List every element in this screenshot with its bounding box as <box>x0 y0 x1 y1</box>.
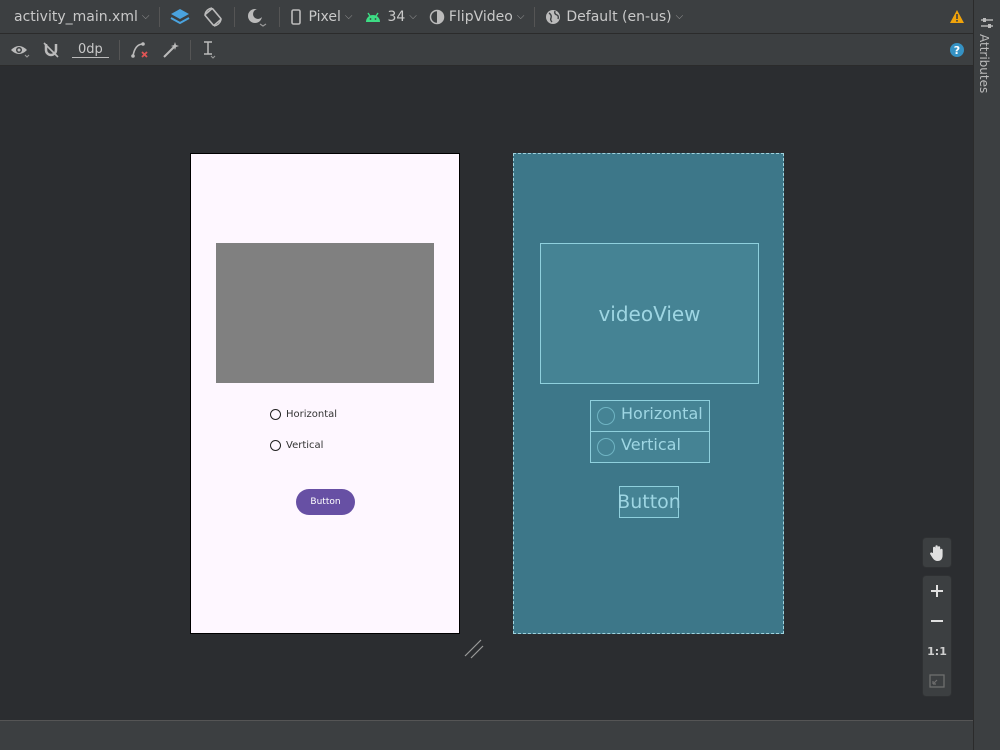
radio-vertical[interactable]: Vertical <box>270 440 323 451</box>
blueprint-radio-circle <box>597 438 615 456</box>
zoom-to-fit-button[interactable] <box>923 666 951 696</box>
file-dropdown[interactable]: activity_main.xml ⌵ <box>0 0 155 33</box>
blueprint-radio-vertical-label: Vertical <box>621 435 681 454</box>
guidelines-button[interactable] <box>195 34 223 65</box>
blueprint-button[interactable]: Button <box>617 486 681 518</box>
eye-icon <box>11 45 30 58</box>
globe-icon <box>546 9 561 24</box>
layers-button[interactable] <box>164 0 196 33</box>
separator <box>279 6 281 27</box>
layers-icon <box>170 8 190 24</box>
file-name: activity_main.xml <box>14 8 138 25</box>
chevron-down-icon: ⌵ <box>409 11 417 22</box>
chevron-down-icon: ⌵ <box>675 11 684 22</box>
warning-button[interactable] <box>943 0 973 33</box>
blueprint-button-label: Button <box>617 491 681 513</box>
help-button[interactable]: ? <box>943 34 973 65</box>
device-dropdown[interactable]: Pixel ⌵ <box>284 0 358 33</box>
infer-constraints-icon <box>163 41 179 58</box>
device-label: Pixel <box>308 8 341 25</box>
hand-icon <box>930 544 943 561</box>
plus-icon <box>931 585 943 597</box>
zoom-one-to-one-button[interactable]: 1:1 <box>923 636 951 666</box>
video-view[interactable] <box>216 243 434 383</box>
design-canvas[interactable]: Horizontal Vertical Button videoView Hor… <box>0 67 973 720</box>
night-mode-button[interactable] <box>239 0 275 33</box>
chevron-down-icon: ⌵ <box>344 11 353 22</box>
default-margin-value: 0dp <box>72 42 109 58</box>
warning-icon <box>950 10 964 23</box>
blueprint-radio-horizontal-label: Horizontal <box>621 404 703 423</box>
top-toolbar: activity_main.xml ⌵ Pixel ⌵ 34 ⌵ FlipVid… <box>0 0 973 34</box>
rotate-icon <box>204 6 223 27</box>
blueprint-radio-circle <box>597 407 615 425</box>
chevron-down-icon: ⌵ <box>141 11 150 22</box>
locale-label: Default (en-us) <box>566 8 672 25</box>
zoom-in-button[interactable] <box>923 576 951 606</box>
separator <box>159 6 161 27</box>
blueprint-video-view[interactable]: videoView <box>540 243 759 384</box>
theme-label: FlipVideo <box>448 8 513 25</box>
svg-text:?: ? <box>954 44 960 57</box>
help-icon: ? <box>950 42 964 57</box>
device-icon <box>291 8 302 25</box>
theme-icon <box>429 9 445 24</box>
minus-icon <box>931 620 943 622</box>
radio-horizontal[interactable]: Horizontal <box>270 409 337 420</box>
clear-constraints-button[interactable] <box>124 34 156 65</box>
api-level-label: 34 <box>387 8 406 25</box>
pan-button[interactable] <box>923 538 951 567</box>
theme-dropdown[interactable]: FlipVideo ⌵ <box>423 0 531 33</box>
view-options-button[interactable] <box>0 34 36 65</box>
night-mode-icon <box>248 8 267 27</box>
material-button[interactable]: Button <box>296 489 355 515</box>
radio-circle <box>270 409 281 420</box>
clear-constraints-icon <box>130 41 148 58</box>
zoom-to-fit-icon <box>929 674 945 688</box>
attributes-settings-icon[interactable] <box>980 16 994 30</box>
attributes-tab[interactable]: Attributes <box>977 34 991 93</box>
orientation-button[interactable] <box>196 0 230 33</box>
api-dropdown[interactable]: 34 ⌵ <box>358 0 422 33</box>
android-icon <box>366 12 381 22</box>
magnet-off-icon <box>43 41 59 58</box>
separator <box>118 39 120 60</box>
design-surface[interactable]: Horizontal Vertical Button <box>190 153 460 634</box>
blueprint-radio-vertical[interactable]: Vertical <box>590 431 710 463</box>
autoconnect-button[interactable] <box>36 34 66 65</box>
constraint-toolbar: 0dp ? <box>0 34 973 66</box>
blueprint-radio-horizontal[interactable]: Horizontal <box>590 400 710 432</box>
resize-handle-icon[interactable] <box>463 638 485 660</box>
separator <box>234 6 236 27</box>
default-margin-button[interactable]: 0dp <box>66 34 115 65</box>
blueprint-video-label: videoView <box>598 301 701 326</box>
separator <box>534 6 536 27</box>
zoom-one-to-one-label: 1:1 <box>927 644 947 658</box>
infer-constraints-button[interactable] <box>156 34 186 65</box>
radio-vertical-label: Vertical <box>286 440 324 451</box>
right-tool-strip: Attributes <box>973 0 1000 750</box>
radio-horizontal-label: Horizontal <box>286 409 338 420</box>
pan-panel <box>922 537 952 568</box>
separator <box>189 39 191 60</box>
radio-circle <box>270 440 281 451</box>
locale-dropdown[interactable]: Default (en-us) ⌵ <box>539 0 689 33</box>
guidelines-icon <box>203 40 216 59</box>
chevron-down-icon: ⌵ <box>516 11 525 22</box>
blueprint-surface[interactable]: videoView Horizontal Vertical Button <box>513 153 784 634</box>
bottom-status-bar <box>0 720 973 750</box>
zoom-out-button[interactable] <box>923 606 951 636</box>
zoom-panel: 1:1 <box>922 575 952 697</box>
